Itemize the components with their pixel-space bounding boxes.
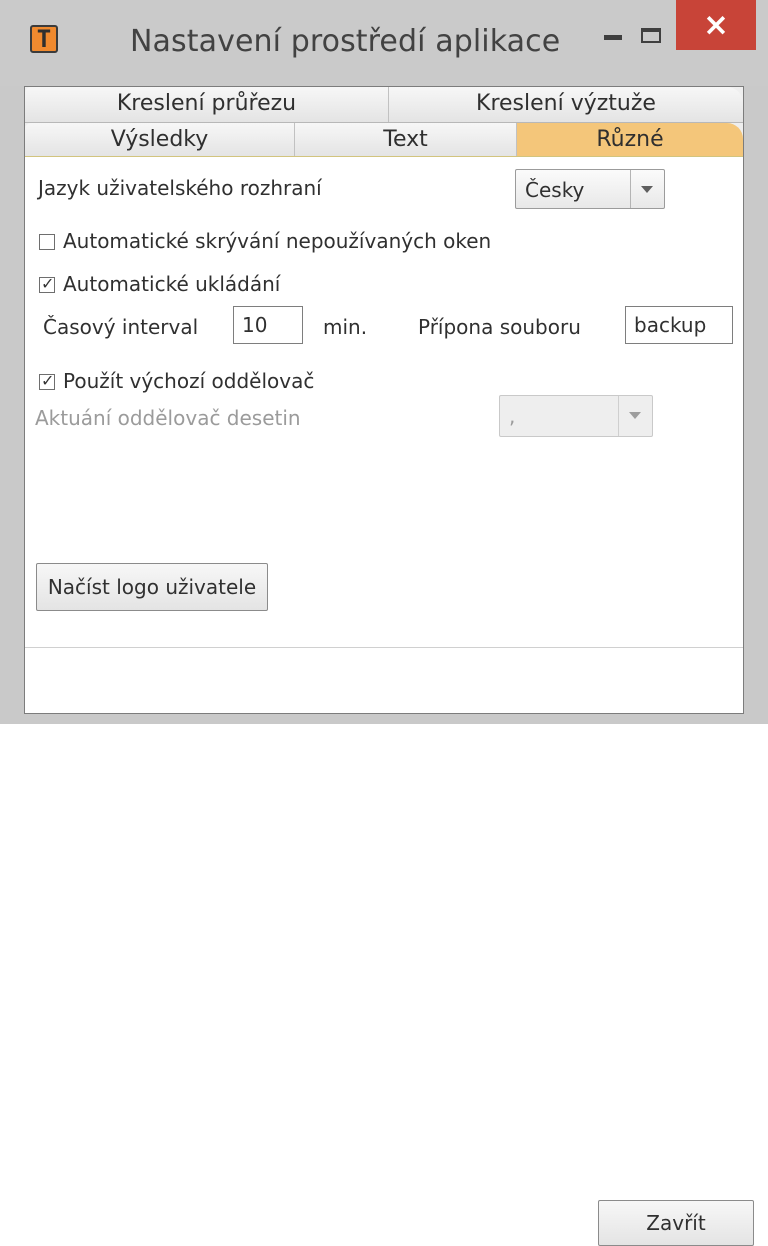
decimal-separator-select-value: , xyxy=(509,404,516,428)
top-tab-row: Kreslení průřezu Kreslení výztuže xyxy=(25,87,743,123)
tab-section-drawing[interactable]: Kreslení průřezu xyxy=(25,87,389,122)
minimize-icon xyxy=(604,35,622,40)
language-select-value: Česky xyxy=(525,178,585,202)
use-default-separator-option[interactable]: Použít výchozí oddělovač xyxy=(39,367,369,397)
dialog-content: Kreslení průřezu Kreslení výztuže Výsled… xyxy=(24,86,754,1246)
use-default-separator-checkbox[interactable] xyxy=(39,371,55,391)
auto-hide-windows-option[interactable]: Automatické skrývání nepoužívaných oken xyxy=(39,227,559,257)
maximize-icon xyxy=(641,28,661,43)
chevron-down-icon xyxy=(618,396,652,436)
language-select[interactable]: Česky xyxy=(515,169,665,209)
use-default-separator-label: Použít výchozí oddělovač xyxy=(63,369,315,393)
file-extension-input[interactable]: backup xyxy=(625,306,733,344)
interval-label: Časový interval xyxy=(43,315,199,339)
miscellaneous-settings-panel: Jazyk uživatelského rozhraní Česky Autom… xyxy=(25,157,743,647)
auto-hide-windows-label: Automatické skrývání nepoužívaných oken xyxy=(63,229,492,253)
maximize-button[interactable] xyxy=(630,0,676,66)
close-icon: × xyxy=(703,7,729,43)
tab-miscellaneous[interactable]: Různé xyxy=(517,123,743,156)
chevron-down-icon xyxy=(630,170,664,208)
interval-unit: min. xyxy=(323,315,368,339)
decimal-separator-label: Aktuání oddělovač desetin xyxy=(35,406,301,430)
settings-window: T Nastavení prostředí aplikace × Kreslen… xyxy=(0,0,768,1246)
interval-input[interactable]: 10 xyxy=(233,306,303,344)
window-close-button[interactable]: × xyxy=(676,0,756,50)
tab-text[interactable]: Text xyxy=(295,123,517,156)
window-title: Nastavení prostředí aplikace xyxy=(130,24,561,59)
decimal-separator-select: , xyxy=(499,395,653,437)
title-bar[interactable]: T Nastavení prostředí aplikace × xyxy=(0,0,768,86)
close-button[interactable]: Zavřít xyxy=(598,1200,754,1246)
load-user-logo-button[interactable]: Načíst logo uživatele xyxy=(36,563,268,611)
auto-hide-windows-checkbox[interactable] xyxy=(39,234,55,250)
auto-save-checkbox[interactable] xyxy=(39,274,55,294)
tab-results[interactable]: Výsledky xyxy=(25,123,295,156)
auto-save-option[interactable]: Automatické ukládání xyxy=(39,270,339,300)
dialog-footer: Zavřít xyxy=(25,648,754,1246)
app-icon: T xyxy=(30,25,58,53)
file-extension-label: Přípona souboru xyxy=(418,315,581,339)
auto-save-label: Automatické ukládání xyxy=(63,272,281,296)
bottom-tab-row: Výsledky Text Různé xyxy=(25,123,743,157)
language-label: Jazyk uživatelského rozhraní xyxy=(38,176,322,200)
tab-reinforcement-drawing[interactable]: Kreslení výztuže xyxy=(389,87,743,122)
